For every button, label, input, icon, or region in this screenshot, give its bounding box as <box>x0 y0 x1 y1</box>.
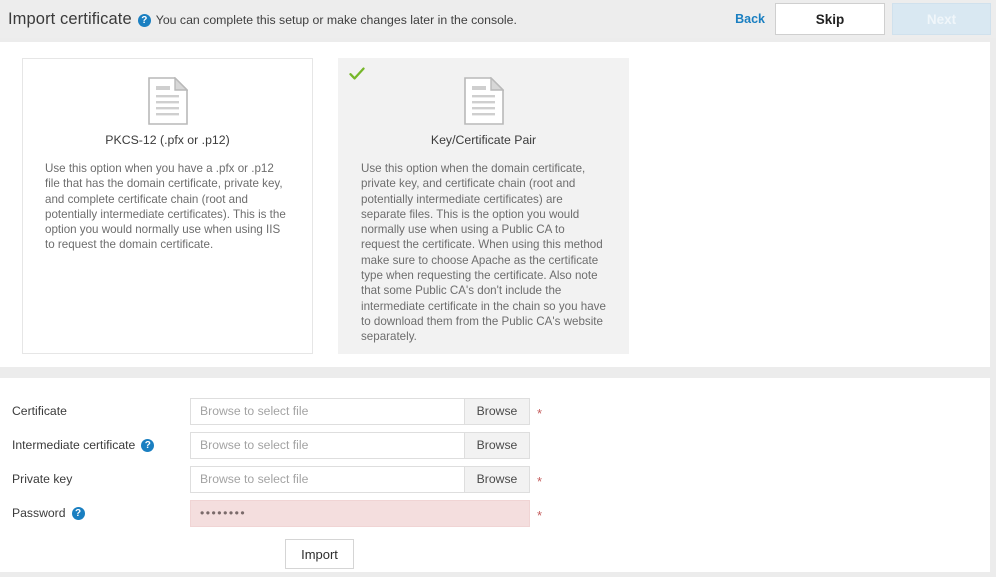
private-key-browse-button[interactable]: Browse <box>464 466 530 493</box>
intermediate-certificate-file-control: Browse <box>190 432 530 459</box>
intermediate-certificate-browse-button[interactable]: Browse <box>464 432 530 459</box>
form-row-certificate: Certificate Browse * <box>0 394 990 428</box>
certificate-form: Certificate Browse * Intermediate certif… <box>0 394 990 569</box>
document-icon <box>148 77 188 125</box>
import-button[interactable]: Import <box>285 539 354 569</box>
skip-button[interactable]: Skip <box>775 3 885 35</box>
label-certificate: Certificate <box>0 404 190 418</box>
label-password: Password ? <box>0 506 190 520</box>
check-mark-icon <box>349 66 365 82</box>
help-circle-icon[interactable]: ? <box>72 507 85 520</box>
card-description: Use this option when the domain certific… <box>339 147 628 345</box>
card-title: Key/Certificate Pair <box>339 133 628 147</box>
option-card-pkcs12[interactable]: PKCS-12 (.pfx or .p12) Use this option w… <box>22 58 313 354</box>
required-marker: * <box>537 509 545 522</box>
certificate-browse-button[interactable]: Browse <box>464 398 530 425</box>
help-circle-icon[interactable]: ? <box>138 14 151 27</box>
certificate-type-options: PKCS-12 (.pfx or .p12) Use this option w… <box>22 58 629 354</box>
card-icon-container <box>23 59 312 125</box>
label-text: Private key <box>12 472 72 486</box>
required-marker: * <box>537 475 545 488</box>
page-subtitle: You can complete this setup or make chan… <box>156 13 517 27</box>
card-title: PKCS-12 (.pfx or .p12) <box>23 133 312 147</box>
label-text: Certificate <box>12 404 67 418</box>
header-title-group: Import certificate ? You can complete th… <box>0 10 735 29</box>
form-actions: Import <box>0 539 990 569</box>
label-text: Password <box>12 506 66 520</box>
form-row-password: Password ? * <box>0 496 990 530</box>
certificate-input[interactable] <box>190 398 464 425</box>
option-card-key-certificate-pair[interactable]: Key/Certificate Pair Use this option whe… <box>338 58 629 354</box>
label-text: Intermediate certificate <box>12 438 135 452</box>
label-private-key: Private key <box>0 472 190 486</box>
form-row-private-key: Private key Browse * <box>0 462 990 496</box>
intermediate-certificate-input[interactable] <box>190 432 464 459</box>
card-icon-container <box>339 59 628 125</box>
certificate-file-control: Browse <box>190 398 530 425</box>
import-certificate-page: Import certificate ? You can complete th… <box>0 0 996 577</box>
password-input[interactable] <box>190 500 530 527</box>
back-link[interactable]: Back <box>735 12 765 26</box>
page-title: Import certificate <box>8 10 132 29</box>
label-intermediate-certificate: Intermediate certificate ? <box>0 438 190 452</box>
certificate-type-panel: PKCS-12 (.pfx or .p12) Use this option w… <box>0 42 990 367</box>
required-marker: * <box>537 407 545 420</box>
private-key-file-control: Browse <box>190 466 530 493</box>
header-actions: Back Skip Next <box>735 0 996 38</box>
form-row-intermediate-certificate: Intermediate certificate ? Browse <box>0 428 990 462</box>
wizard-header-bar: Import certificate ? You can complete th… <box>0 0 996 38</box>
document-icon <box>464 77 504 125</box>
private-key-input[interactable] <box>190 466 464 493</box>
next-button[interactable]: Next <box>892 3 991 35</box>
certificate-form-panel: Certificate Browse * Intermediate certif… <box>0 378 990 572</box>
help-circle-icon[interactable]: ? <box>141 439 154 452</box>
card-description: Use this option when you have a .pfx or … <box>23 147 312 253</box>
